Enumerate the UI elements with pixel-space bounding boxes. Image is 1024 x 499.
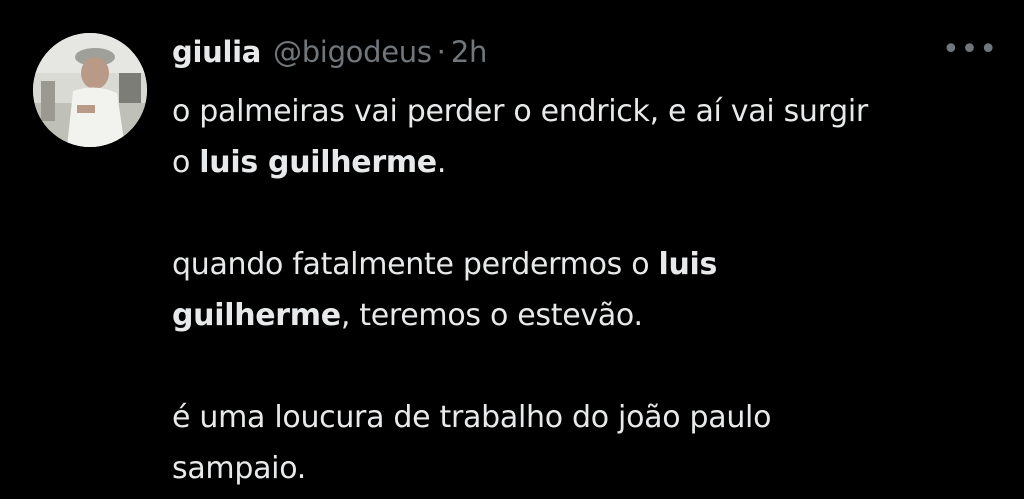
ellipsis-icon[interactable]: ••• [941,32,999,68]
paragraph-2-line-2-suffix: , teremos o estevão. [340,298,643,333]
bold-name-guilherme: guilherme [172,298,341,333]
tweet-timestamp[interactable]: 2h [451,35,488,69]
avatar[interactable] [33,33,147,147]
paragraph-1-line-1: o palmeiras vai perder o endrick, e aí v… [172,94,868,129]
paragraph-3-line-1: é uma loucura de trabalho do joão paulo [172,400,772,435]
tweet: giulia @bigodeus · 2h ••• o palmeiras va… [0,0,1024,499]
paragraph-1-line-2-prefix: o [172,145,200,180]
paragraph-2-line-1-prefix: quando fatalmente perdermos o [172,247,659,282]
author-handle[interactable]: @bigodeus [273,35,432,69]
paragraph-3-line-2: sampaio. [172,451,306,486]
tweet-text: o palmeiras vai perder o endrick, e aí v… [172,86,1002,494]
bold-name-luis-guilherme: luis guilherme [199,145,437,180]
paragraph-1-line-2-suffix: . [436,145,447,180]
header-separator: · [436,35,446,69]
tweet-header: giulia @bigodeus · 2h [172,28,487,76]
profile-photo-icon [33,33,147,147]
more-glyph: ••• [941,32,999,67]
paragraph-3: é uma loucura de trabalho do joão paulo … [172,392,1002,494]
bold-name-luis: luis [658,247,718,282]
author-display-name[interactable]: giulia [172,35,261,69]
paragraph-1: o palmeiras vai perder o endrick, e aí v… [172,86,1002,188]
paragraph-2: quando fatalmente perdermos o luis guilh… [172,239,1002,341]
